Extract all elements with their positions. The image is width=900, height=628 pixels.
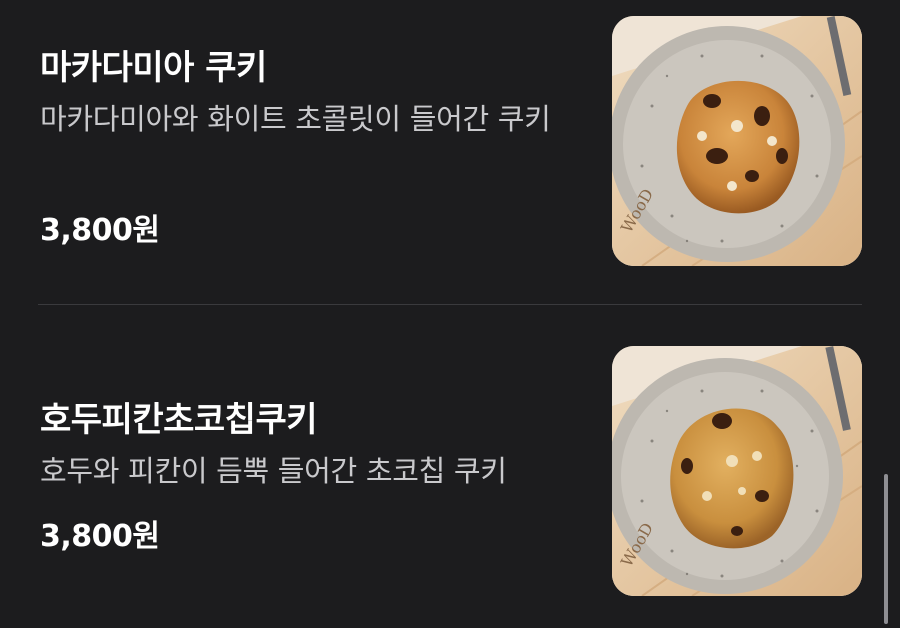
cookie-photo-icon: WooD [612,16,862,266]
item-thumbnail[interactable]: WooD [612,16,862,266]
item-description: 호두와 피칸이 듬뿍 들어간 초코칩 쿠키 [40,454,507,488]
item-thumbnail[interactable]: WooD [612,346,862,596]
item-description: 마카다미아와 화이트 초콜릿이 들어간 쿠키 [40,102,551,136]
divider [38,304,862,305]
item-name: 마카다미아 쿠키 [40,48,267,88]
item-price: 3,800원 [40,519,160,554]
cookie-photo-icon: WooD [612,346,862,596]
item-price: 3,800원 [40,213,160,248]
scrollbar[interactable] [884,474,888,624]
menu-item-macadamia-cookie[interactable]: 마카다미아 쿠키 마카다미아와 화이트 초콜릿이 들어간 쿠키 3,800원 W… [0,0,900,304]
menu-item-walnut-pecan-cookie[interactable]: 호두피칸초코칩쿠키 호두와 피칸이 듬뿍 들어간 초코칩 쿠키 3,800원 W… [0,306,900,628]
item-name: 호두피칸초코칩쿠키 [40,400,318,440]
